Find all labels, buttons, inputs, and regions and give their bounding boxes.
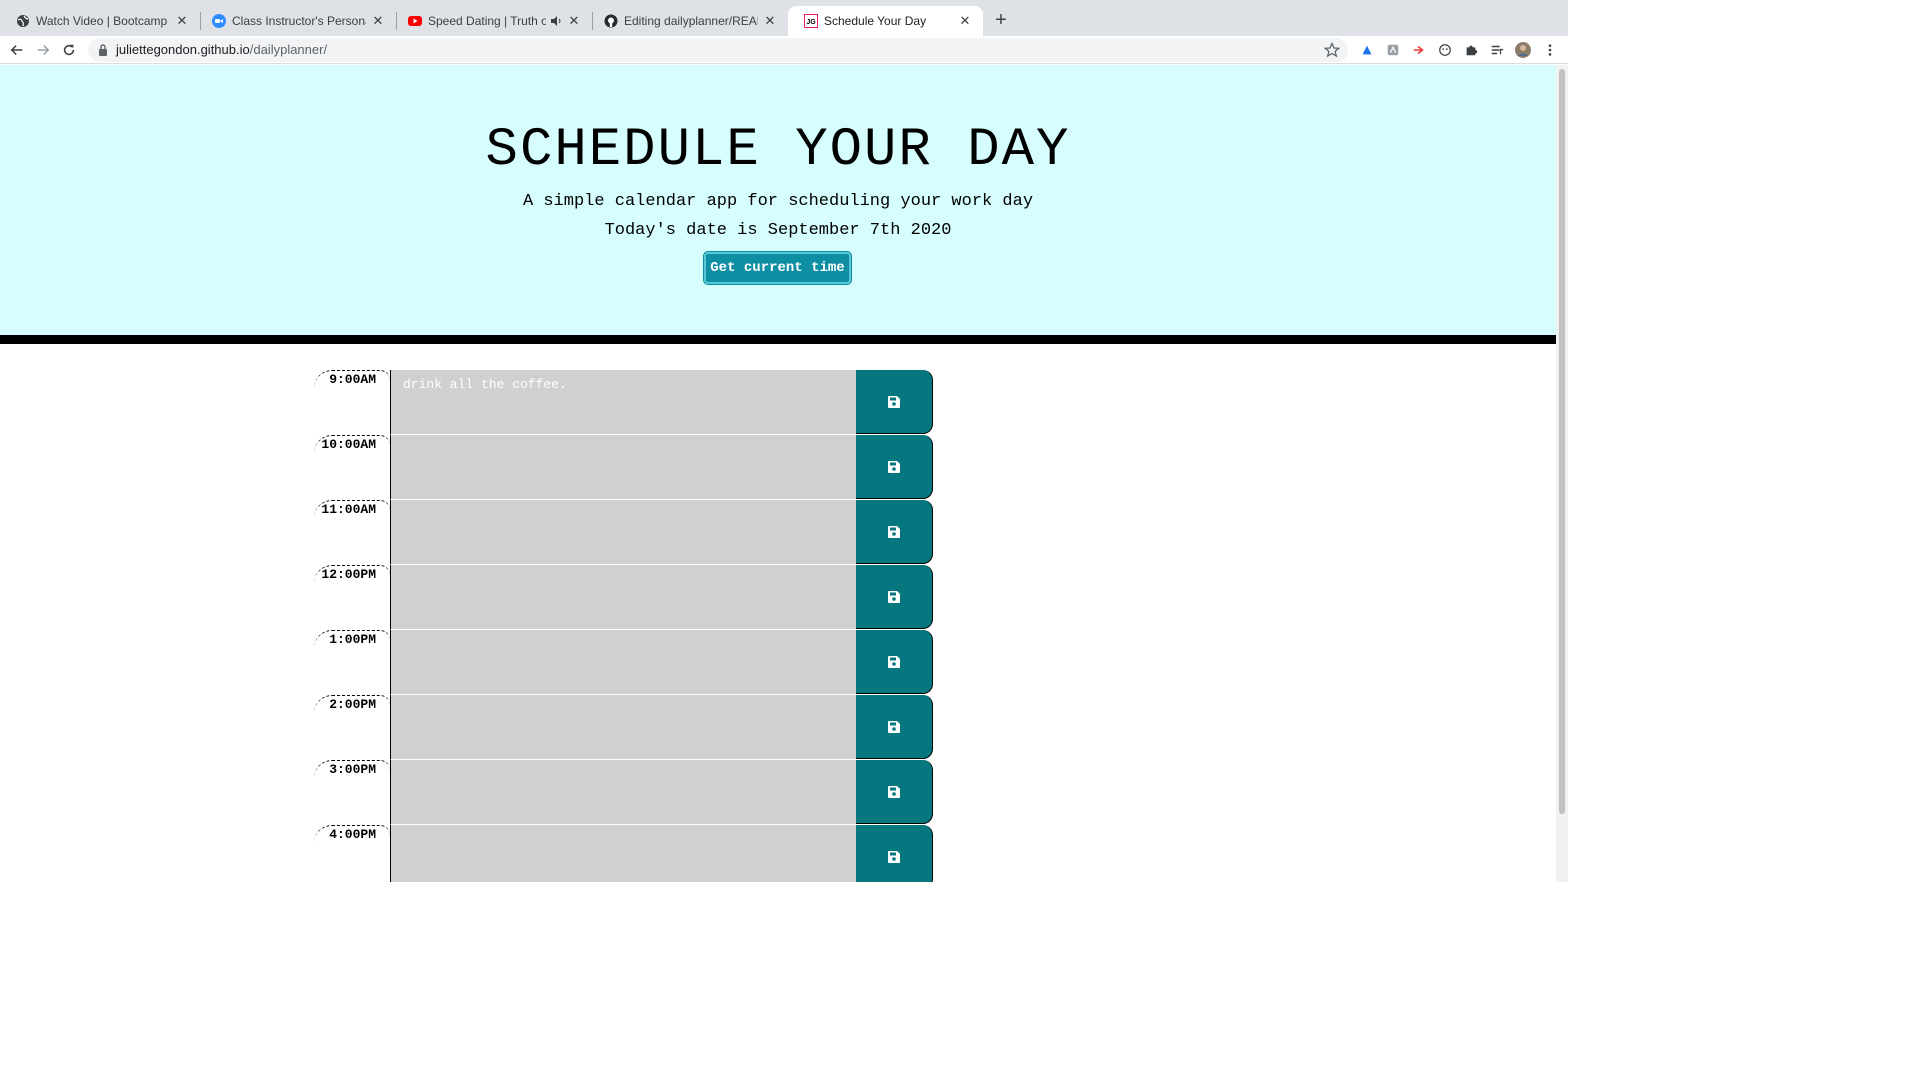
- event-textarea[interactable]: [390, 565, 856, 630]
- arrow-right-icon: [37, 45, 50, 55]
- reload-button[interactable]: [60, 41, 78, 59]
- page-viewport: SCHEDULE YOUR DAY A simple calendar app …: [0, 65, 1556, 882]
- avatar[interactable]: [1515, 42, 1531, 58]
- close-icon[interactable]: ✕: [957, 13, 973, 29]
- svg-text:JG: JG: [806, 19, 816, 26]
- save-icon: [888, 655, 900, 668]
- bookmark-star-icon[interactable]: [1324, 42, 1340, 58]
- close-icon[interactable]: ✕: [370, 13, 386, 29]
- hour-label: 10:00AM: [314, 435, 390, 500]
- event-textarea[interactable]: [390, 630, 856, 695]
- hour-label: 11:00AM: [314, 500, 390, 565]
- hour-label: 3:00PM: [314, 760, 390, 825]
- save-icon: [888, 785, 900, 798]
- lock-icon: [99, 44, 107, 56]
- arrow-left-icon: [10, 45, 23, 55]
- tab-title: Speed Dating | Truth or Dri: [428, 14, 546, 28]
- extension-circle-icon[interactable]: [1437, 42, 1453, 58]
- reload-icon: [63, 44, 75, 56]
- time-block-row: 4:00PM: [0, 825, 1556, 882]
- save-icon: [888, 720, 900, 733]
- speaker-icon[interactable]: [550, 15, 562, 27]
- time-block-row: 12:00PM: [0, 565, 1556, 630]
- save-button[interactable]: [856, 695, 933, 759]
- globe-icon: [16, 14, 30, 28]
- forward-button[interactable]: [34, 41, 52, 59]
- page-scrollbar[interactable]: [1556, 65, 1568, 882]
- page-subtitle: A simple calendar app for scheduling you…: [522, 192, 1034, 211]
- url-text: juliettegondon.github.io/dailyplanner/: [116, 42, 327, 57]
- extension-droplet-icon[interactable]: [1359, 42, 1375, 58]
- event-textarea[interactable]: [390, 760, 856, 825]
- save-icon: [888, 850, 900, 863]
- save-button[interactable]: [856, 630, 933, 694]
- event-textarea[interactable]: drink all the coffee.: [390, 370, 856, 435]
- close-icon[interactable]: ✕: [174, 13, 190, 29]
- time-block-row: 9:00AM drink all the coffee.: [0, 370, 1556, 435]
- tab-bootcamp-spot[interactable]: Watch Video | Bootcamp Spot ✕: [0, 6, 200, 36]
- tab-schedule-your-day[interactable]: JG Schedule Your Day ✕: [788, 6, 983, 36]
- scrollbar-thumb[interactable]: [1559, 69, 1565, 814]
- address-bar[interactable]: juliettegondon.github.io/dailyplanner/: [88, 38, 1348, 62]
- event-textarea[interactable]: [390, 825, 856, 882]
- tab-youtube-video[interactable]: Speed Dating | Truth or Dri ✕: [392, 6, 592, 36]
- back-button[interactable]: [8, 41, 26, 59]
- tab-title: Class Instructor's Personal Me: [232, 14, 366, 28]
- save-icon: [888, 590, 900, 603]
- get-current-time-button[interactable]: Get current time: [704, 252, 851, 284]
- save-icon: [888, 460, 900, 473]
- header-jumbotron: SCHEDULE YOUR DAY A simple calendar app …: [0, 65, 1556, 335]
- time-block-row: 2:00PM: [0, 695, 1556, 760]
- jg-icon: JG: [804, 14, 818, 28]
- event-textarea[interactable]: [390, 695, 856, 760]
- tab-title: Watch Video | Bootcamp Spot: [36, 14, 170, 28]
- youtube-icon: [408, 14, 422, 28]
- time-block-row: 11:00AM: [0, 500, 1556, 565]
- puzzle-icon[interactable]: [1463, 42, 1479, 58]
- hour-label: 4:00PM: [314, 825, 390, 882]
- close-icon[interactable]: ✕: [762, 13, 778, 29]
- hour-label: 2:00PM: [314, 695, 390, 760]
- save-button[interactable]: [856, 565, 933, 629]
- current-date: Today's date is September 7th 2020: [604, 221, 952, 240]
- new-tab-button[interactable]: +: [990, 10, 1012, 32]
- hour-label: 9:00AM: [314, 370, 390, 435]
- tab-title: Schedule Your Day: [824, 14, 927, 28]
- github-icon: [604, 14, 618, 28]
- time-block-row: 3:00PM: [0, 760, 1556, 825]
- hour-label: 12:00PM: [314, 565, 390, 630]
- save-button[interactable]: [856, 370, 933, 434]
- save-button[interactable]: [856, 760, 933, 824]
- browser-toolbar: juliettegondon.github.io/dailyplanner/: [0, 36, 1568, 64]
- url-path: /dailyplanner/: [249, 42, 328, 57]
- tab-github-readme[interactable]: Editing dailyplanner/README.m ✕: [588, 6, 788, 36]
- save-icon: [888, 525, 900, 538]
- save-button[interactable]: [856, 435, 933, 499]
- browser-tab-bar: Watch Video | Bootcamp Spot ✕ Class Inst…: [0, 0, 1568, 36]
- url-host: juliettegondon.github.io: [116, 42, 250, 57]
- close-icon[interactable]: ✕: [566, 13, 582, 29]
- event-textarea[interactable]: [390, 435, 856, 500]
- tab-zoom-meeting[interactable]: Class Instructor's Personal Me ✕: [196, 6, 396, 36]
- zoom-icon: [212, 14, 226, 28]
- page-title: SCHEDULE YOUR DAY: [485, 120, 1071, 181]
- tab-title: Editing dailyplanner/README.m: [624, 14, 758, 28]
- media-queue-icon[interactable]: [1489, 42, 1505, 58]
- extension-grid-icon[interactable]: [1385, 42, 1401, 58]
- extension-share-icon[interactable]: [1411, 42, 1427, 58]
- time-block-row: 10:00AM: [0, 435, 1556, 500]
- save-icon: [888, 395, 900, 408]
- event-textarea[interactable]: [390, 500, 856, 565]
- header-divider: [0, 335, 1556, 344]
- save-button[interactable]: [856, 825, 933, 882]
- hour-label: 1:00PM: [314, 630, 390, 695]
- kebab-menu-icon[interactable]: [1542, 42, 1558, 58]
- time-block-row: 1:00PM: [0, 630, 1556, 695]
- save-button[interactable]: [856, 500, 933, 564]
